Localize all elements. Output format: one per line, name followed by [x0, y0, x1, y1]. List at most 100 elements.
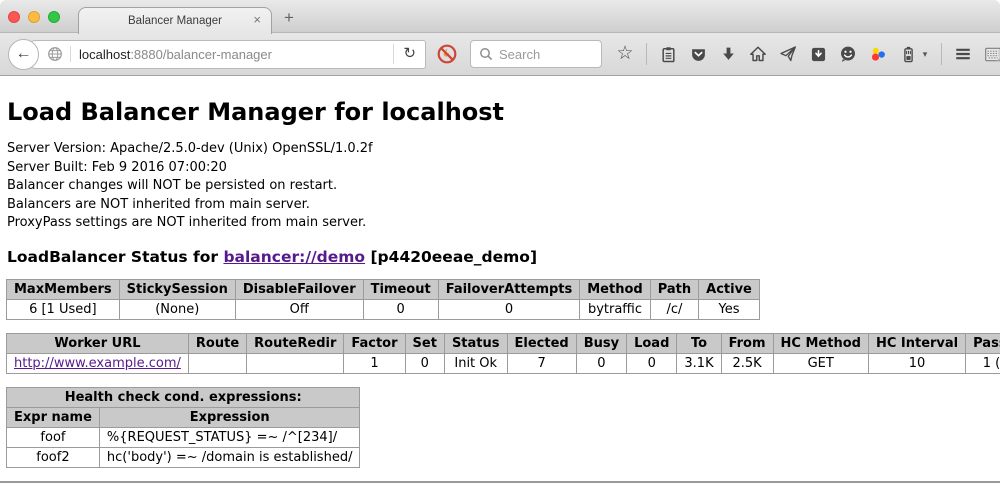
reload-icon[interactable]: ↻: [393, 44, 425, 64]
navigation-toolbar: ← localhost:8880/balancer-manager ↻: [0, 33, 1000, 76]
close-window-button[interactable]: [8, 11, 20, 23]
column-header: RouteRedir: [247, 333, 344, 353]
column-header: DisableFailover: [235, 279, 363, 299]
column-header: Timeout: [363, 279, 438, 299]
passes-value: 1 (0): [966, 353, 1000, 373]
column-header: HC Interval: [868, 333, 965, 353]
feedback-smiley-icon[interactable]: [839, 45, 857, 63]
column-header: MaxMembers: [7, 279, 120, 299]
hc-interval-value: 10: [868, 353, 965, 373]
column-header: Passes: [966, 333, 1000, 353]
bookmark-star-icon[interactable]: ☆: [616, 45, 634, 63]
url-domain: localhost: [79, 47, 130, 62]
column-header: Elected: [507, 333, 576, 353]
server-info: Server Version: Apache/2.5.0-dev (Unix) …: [7, 140, 1000, 233]
worker-url-link[interactable]: http://www.example.com/: [14, 356, 181, 371]
tab-close-icon[interactable]: ×: [253, 13, 261, 27]
max-members-value: 6 [1 Used]: [7, 299, 120, 319]
search-input[interactable]: Search: [499, 47, 540, 62]
sticky-session-value: (None): [119, 299, 235, 319]
load-value: 0: [627, 353, 677, 373]
home-icon[interactable]: [749, 45, 767, 63]
expression-value: %{REQUEST_STATUS} =~ /^[234]/: [99, 427, 360, 447]
balancer-demo-link[interactable]: balancer://demo: [223, 248, 365, 266]
column-header: Factor: [344, 333, 405, 353]
download-arrow-icon[interactable]: [719, 45, 737, 63]
new-tab-button[interactable]: +: [284, 8, 294, 28]
elected-value: 7: [507, 353, 576, 373]
worker-table: Worker URL Route RouteRedir Factor Set S…: [6, 333, 1000, 374]
tab-balancer-manager[interactable]: Balancer Manager ×: [78, 7, 272, 34]
keyboard-extension-icon[interactable]: [984, 45, 1000, 63]
failover-attempts-value: 0: [438, 299, 580, 319]
expr-name-value: foof: [7, 427, 100, 447]
health-check-table-title: Health check cond. expressions:: [7, 387, 360, 407]
busy-value: 0: [576, 353, 626, 373]
disable-failover-value: Off: [235, 299, 363, 319]
from-value: 2.5K: [721, 353, 773, 373]
column-header: Expr name: [7, 407, 100, 427]
column-header: HC Method: [773, 333, 868, 353]
notice-line: Balancers are NOT inherited from main se…: [7, 196, 1000, 215]
route-redir-value: [247, 353, 344, 373]
path-value: /c/: [650, 299, 698, 319]
column-header: StickySession: [119, 279, 235, 299]
titlebar: Balancer Manager × +: [0, 0, 1000, 33]
table-header-row: Expr name Expression: [7, 407, 360, 427]
column-header: Set: [405, 333, 444, 353]
bookmarks-clipboard-icon[interactable]: [659, 45, 677, 63]
expression-value: hc('body') =~ /domain is established/: [99, 447, 360, 467]
toolbar-separator: [646, 43, 647, 65]
save-to-box-icon[interactable]: [809, 45, 827, 63]
url-bar[interactable]: localhost:8880/balancer-manager ↻: [22, 40, 426, 69]
status-heading-prefix: LoadBalancer Status for: [7, 248, 223, 266]
search-bar[interactable]: Search: [470, 40, 602, 68]
colored-dots-extension-icon[interactable]: [869, 45, 887, 63]
search-icon: [479, 47, 493, 61]
tab-title: Balancer Manager: [128, 15, 222, 27]
url-text[interactable]: localhost:8880/balancer-manager: [79, 47, 393, 62]
battery-extension-icon[interactable]: [899, 45, 917, 63]
column-header: Worker URL: [7, 333, 189, 353]
column-header: From: [721, 333, 773, 353]
notice-line: Balancer changes will NOT be persisted o…: [7, 177, 1000, 196]
overflow-caret-icon[interactable]: ▾: [921, 45, 929, 63]
menu-hamburger-icon[interactable]: [954, 45, 972, 63]
to-value: 3.1K: [677, 353, 721, 373]
back-button[interactable]: ←: [8, 39, 39, 70]
column-header: To: [677, 333, 721, 353]
toolbar-icons: ☆: [616, 43, 1000, 65]
status-value: Init Ok: [444, 353, 507, 373]
set-value: 0: [405, 353, 444, 373]
loadbalancer-status-heading: LoadBalancer Status for balancer://demo …: [7, 248, 1000, 266]
column-header: Status: [444, 333, 507, 353]
column-header: FailoverAttempts: [438, 279, 580, 299]
server-version-line: Server Version: Apache/2.5.0-dev (Unix) …: [7, 140, 1000, 159]
browser-window: Balancer Manager × + ← localhost:8880/ba…: [0, 0, 1000, 491]
server-built-line: Server Built: Feb 9 2016 07:00:20: [7, 159, 1000, 178]
notice-line: ProxyPass settings are NOT inherited fro…: [7, 214, 1000, 233]
balancer-settings-table: MaxMembers StickySession DisableFailover…: [6, 279, 760, 320]
site-identity-globe-icon[interactable]: [47, 46, 71, 62]
send-plane-icon[interactable]: [779, 45, 797, 63]
window-controls: [8, 11, 60, 23]
status-heading-suffix: [p4420eeae_demo]: [365, 248, 537, 266]
hc-method-value: GET: [773, 353, 868, 373]
page-title: Load Balancer Manager for localhost: [7, 98, 1000, 126]
table-row: foof2 hc('body') =~ /domain is establish…: [7, 447, 360, 467]
footer-divider: [0, 481, 1000, 483]
pocket-icon[interactable]: [689, 45, 707, 63]
table-header-row: Worker URL Route RouteRedir Factor Set S…: [7, 333, 1000, 353]
zoom-window-button[interactable]: [48, 11, 60, 23]
method-value: bytraffic: [580, 299, 650, 319]
plugin-blocked-icon[interactable]: [436, 43, 458, 65]
page-content: Load Balancer Manager for localhost Serv…: [0, 98, 1000, 491]
table-title-row: Health check cond. expressions:: [7, 387, 360, 407]
column-header: Load: [627, 333, 677, 353]
table-row: 6 [1 Used] (None) Off 0 0 bytraffic /c/ …: [7, 299, 760, 319]
table-header-row: MaxMembers StickySession DisableFailover…: [7, 279, 760, 299]
column-header: Expression: [99, 407, 360, 427]
expr-name-value: foof2: [7, 447, 100, 467]
route-value: [188, 353, 246, 373]
minimize-window-button[interactable]: [28, 11, 40, 23]
